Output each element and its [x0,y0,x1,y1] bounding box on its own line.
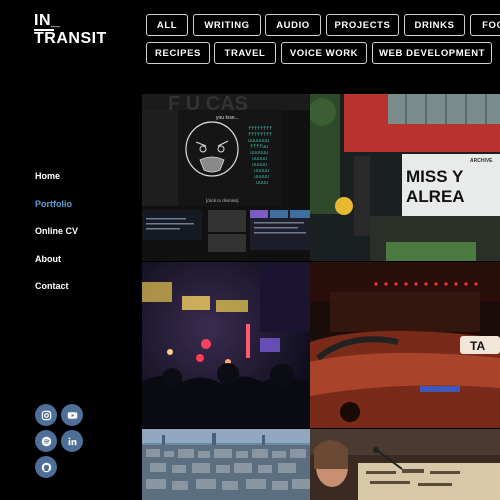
portfolio-item-night-street[interactable] [142,262,310,428]
site-logo[interactable]: IN_ TRANSIT [34,12,107,47]
logo-line-1: IN_ [34,12,61,29]
youtube-icon[interactable] [61,404,83,426]
instagram-icon[interactable] [35,404,57,426]
filter-web-development[interactable]: WEB DEVELOPMENT [372,42,492,64]
nav-contact[interactable]: Contact [35,280,78,308]
meme-action: [click to dismiss] [206,198,239,203]
portfolio-item-taxi[interactable]: TA [310,262,500,428]
nav-home[interactable]: Home [35,170,78,198]
logo-line-2: TRANSIT [34,29,107,47]
sign-line-2: ALREA [406,187,465,206]
meme-caption: you lose... [216,115,239,121]
main-nav: Home Portfolio Online CV About Contact [35,170,78,308]
spotify-icon[interactable] [35,430,57,452]
portfolio-filters: ALL WRITING AUDIO PROJECTS DRINKS FOOD R… [142,0,500,94]
filter-writing[interactable]: WRITING [193,14,261,36]
portfolio-item-meme[interactable]: F U CAS you lose... ffffffff ffffffff uu… [142,94,310,261]
portfolio-item-city[interactable] [142,429,310,500]
nav-online-cv[interactable]: Online CV [35,225,78,253]
filter-projects[interactable]: PROJECTS [326,14,399,36]
sidebar: IN_ TRANSIT Home Portfolio Online CV Abo… [0,0,142,500]
filter-audio[interactable]: AUDIO [265,14,321,36]
svg-text:uuuu: uuuu [256,180,268,186]
filter-travel[interactable]: TRAVEL [214,42,276,64]
nav-portfolio[interactable]: Portfolio [35,198,78,226]
linkedin-icon[interactable] [61,430,83,452]
nav-about[interactable]: About [35,253,78,281]
filter-food[interactable]: FOOD [470,14,500,36]
github-icon[interactable] [35,456,57,478]
portfolio-item-sign[interactable]: ARCHIVE MISS Y ALREA [310,94,500,261]
filter-recipes[interactable]: RECIPES [146,42,210,64]
sign-small-text: ARCHIVE [470,158,493,164]
portfolio-item-performer[interactable] [310,429,500,500]
filter-all[interactable]: ALL [146,14,188,36]
sign-line-1: MISS Y [406,167,464,186]
filter-voice-work[interactable]: VOICE WORK [281,42,367,64]
filter-drinks[interactable]: DRINKS [404,14,465,36]
taxi-roof-text: TA [470,339,485,353]
